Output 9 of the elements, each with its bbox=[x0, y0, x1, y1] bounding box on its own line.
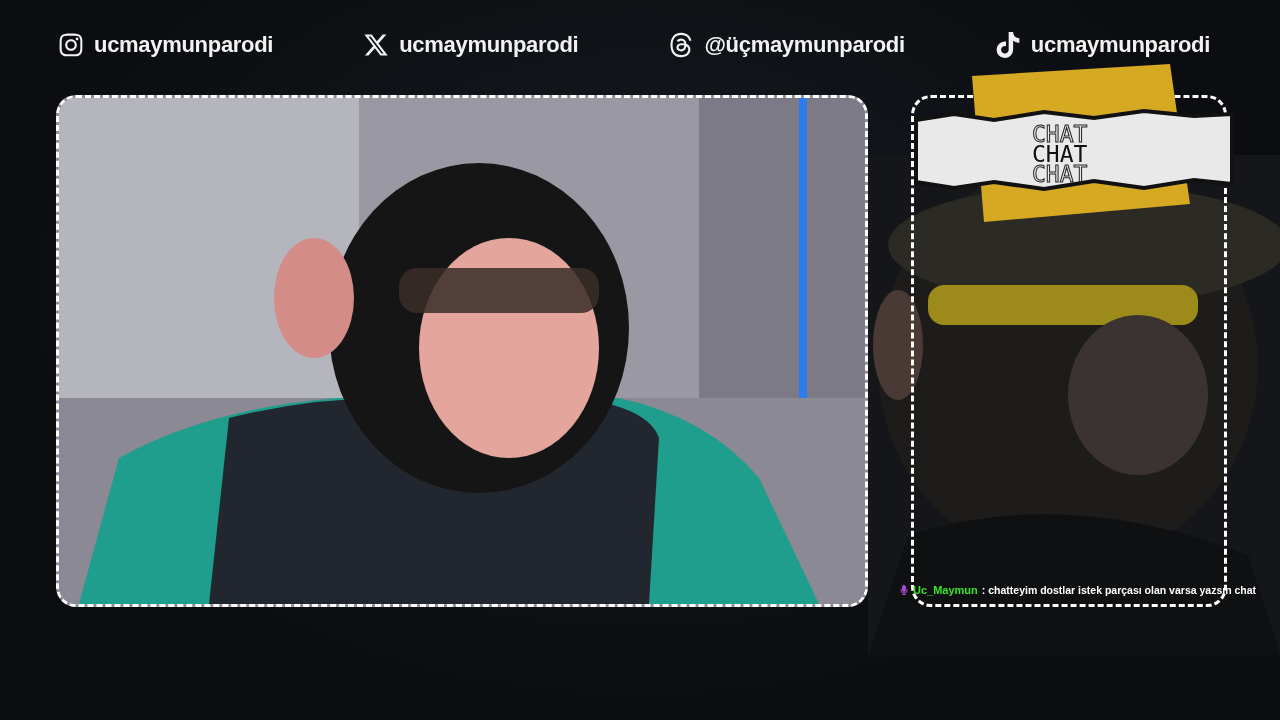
chat-username: Uc_Maymun bbox=[913, 584, 978, 596]
social-handle: ucmaymunparodi bbox=[1030, 32, 1210, 58]
chat-message: : chatteyim dostlar istek parçası olan varsa yazsın chat bbox=[981, 584, 1257, 596]
chat-title: CHAT bbox=[1032, 164, 1088, 184]
chat-title: CHAT bbox=[1032, 144, 1088, 164]
social-handle: @üçmaymunparodi bbox=[704, 32, 905, 58]
chat-title: CHAT bbox=[1032, 124, 1088, 144]
social-handle: ucmaymunparodi bbox=[94, 32, 274, 58]
social-handle: ucmaymunparodi bbox=[399, 32, 579, 58]
